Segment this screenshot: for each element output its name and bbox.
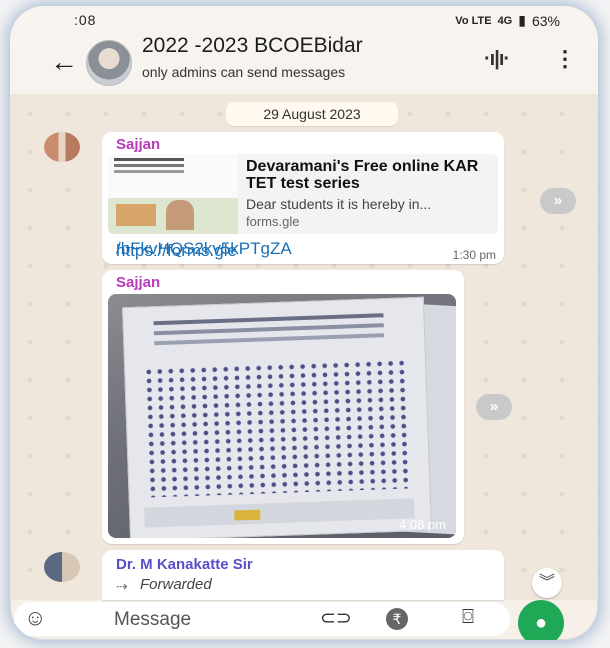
message-bubble-photo[interactable]: Sajjan 4:08 pm: [102, 270, 464, 544]
forward-small-icon: ⇢: [116, 578, 128, 594]
rupee-icon[interactable]: ₹: [386, 608, 408, 630]
forwarded-label: Forwarded: [140, 576, 212, 593]
link-preview-host: forms.gle: [246, 214, 300, 229]
more-vert-icon[interactable]: ⋮: [554, 46, 576, 72]
sender-name[interactable]: Sajjan: [116, 274, 160, 291]
link-preview-title: Devaramani's Free online KAR TET test se…: [246, 158, 479, 192]
date-chip: 29 August 2023: [226, 102, 398, 126]
link-line-2[interactable]: /bFkvHQS2kv5kPTgZA: [116, 238, 292, 259]
volte-icon: Vo LTE: [455, 14, 492, 27]
attach-icon[interactable]: ⊂⊃: [320, 607, 352, 630]
link-preview[interactable]: Devaramani's Free online KAR TET test se…: [108, 154, 498, 234]
photo-attachment[interactable]: 4:08 pm: [108, 294, 456, 538]
link-preview-description: Dear students it is hereby in...: [246, 196, 432, 212]
forward-icon[interactable]: »: [476, 394, 512, 420]
sender-name[interactable]: Dr. M Kanakatte Sir: [116, 556, 253, 573]
group-avatar[interactable]: [86, 40, 132, 86]
battery-level: 63%: [531, 12, 560, 29]
message-time: 1:30 pm: [452, 248, 496, 262]
omr-sheet-image: [122, 296, 432, 538]
sender-avatar[interactable]: [44, 552, 80, 582]
camera-icon[interactable]: ⌼: [462, 606, 474, 629]
mic-icon[interactable]: ●: [518, 600, 564, 640]
status-icons: Vo LTE 4G ▮ 63%: [455, 12, 560, 29]
status-bar: :08 Vo LTE 4G ▮ 63%: [10, 6, 598, 32]
message-time: 4:08 pm: [399, 517, 446, 532]
link-preview-thumbnail: [108, 154, 238, 234]
sender-name[interactable]: Sajjan: [116, 136, 160, 153]
message-placeholder[interactable]: Message: [114, 609, 191, 631]
chat-header: ← 2022 -2023 BCOEBidar only admins can s…: [10, 32, 598, 94]
audio-wave-icon[interactable]: ·ı|ı·: [484, 48, 510, 71]
message-bubble[interactable]: Dr. M Kanakatte Sir ⇢ Forwarded: [102, 550, 504, 600]
message-input[interactable]: ☺ Message ⊂⊃ ₹ ⌼: [14, 602, 510, 636]
group-subtitle: only admins can send messages: [142, 64, 346, 80]
group-title[interactable]: 2022 -2023 BCOEBidar: [142, 34, 363, 58]
forward-icon[interactable]: »: [540, 188, 576, 214]
sender-avatar[interactable]: [44, 132, 80, 162]
status-time: :08: [74, 12, 97, 28]
chat-area[interactable]: 29 August 2023 Sajjan Devaramani's Free …: [10, 94, 598, 600]
back-arrow-icon[interactable]: ←: [50, 46, 78, 78]
emoji-icon[interactable]: ☺: [24, 605, 46, 631]
battery-icon: ▮: [518, 12, 526, 28]
network-signal-icon: 4G: [497, 14, 513, 27]
chevron-down-icon[interactable]: ︾: [532, 568, 562, 598]
phone-screen: :08 Vo LTE 4G ▮ 63% ← 2022 -2023 BCOEBid…: [10, 6, 598, 640]
